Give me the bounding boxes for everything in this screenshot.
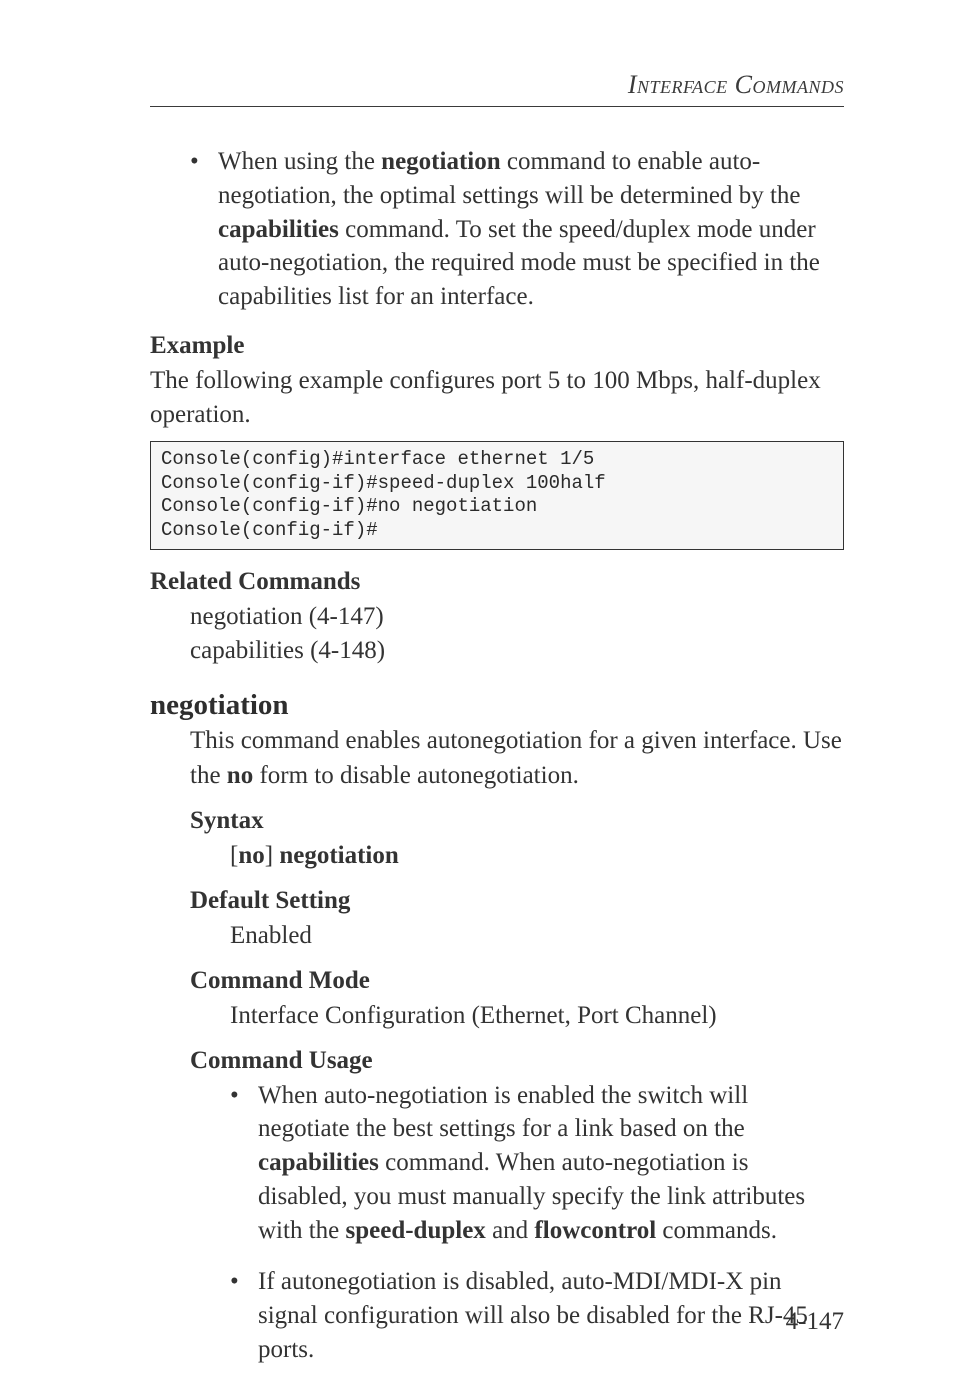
top-bullet: • When using the negotiation command to … — [190, 145, 844, 314]
syntax-line: [no] negotiation — [230, 839, 844, 873]
bold-capabilities: capabilities — [258, 1149, 379, 1176]
command-section: negotiation This command enables autoneg… — [190, 689, 844, 1366]
page-container: Interface Commands • When using the nego… — [0, 0, 954, 1388]
bold-no: no — [238, 842, 264, 869]
command-mode-value: Interface Configuration (Ethernet, Port … — [230, 999, 844, 1033]
text-span: commands. — [656, 1217, 777, 1244]
bullet-marker: • — [230, 1265, 258, 1366]
text-span: When auto-negotiation is enabled the swi… — [258, 1082, 748, 1143]
example-heading: Example — [150, 332, 844, 360]
bold-flowcontrol: flowcontrol — [534, 1217, 656, 1244]
command-desc: This command enables autonegotiation for… — [190, 724, 844, 793]
bold-negotiation: negotiation — [279, 842, 398, 869]
bracket-close: ] — [265, 842, 280, 869]
bullet-marker: • — [230, 1079, 258, 1248]
usage-bullet-start: • If autonegotiation is disabled, auto-M… — [230, 1265, 844, 1366]
running-header: Interface Commands — [150, 70, 844, 100]
bullet-text: If autonegotiation is disabled, auto-MDI… — [258, 1265, 844, 1366]
command-mode-heading: Command Mode — [190, 967, 844, 995]
bold-speed-duplex: speed-duplex — [346, 1217, 486, 1244]
bullet-text: When using the negotiation command to en… — [218, 145, 844, 314]
bullet-marker: • — [190, 145, 218, 314]
text-span: form to disable autonegotiation. — [253, 762, 579, 789]
bold-no: no — [227, 762, 253, 789]
usage-bullet-1: • When auto-negotiation is enabled the s… — [230, 1079, 844, 1248]
page-number: 4-147 — [786, 1308, 844, 1336]
command-name: negotiation — [150, 689, 844, 722]
bold-negotiation: negotiation — [381, 148, 500, 175]
command-usage-heading: Command Usage — [190, 1047, 844, 1075]
text-span: and — [486, 1217, 535, 1244]
related-line-1: negotiation (4-147) — [190, 600, 844, 634]
running-header-text: Interface Commands — [628, 70, 844, 99]
related-line-2: capabilities (4-148) — [190, 634, 844, 668]
text-span: When using the — [218, 148, 381, 175]
bold-capabilities: capabilities — [218, 216, 339, 243]
bullet-text: When auto-negotiation is enabled the swi… — [258, 1079, 844, 1248]
syntax-heading: Syntax — [190, 807, 844, 835]
example-code-block: Console(config)#interface ethernet 1/5 C… — [150, 441, 844, 550]
default-setting-heading: Default Setting — [190, 887, 844, 915]
header-rule — [150, 106, 844, 107]
default-setting-value: Enabled — [230, 919, 844, 953]
related-heading: Related Commands — [150, 568, 844, 596]
example-text: The following example configures port 5 … — [150, 364, 844, 433]
